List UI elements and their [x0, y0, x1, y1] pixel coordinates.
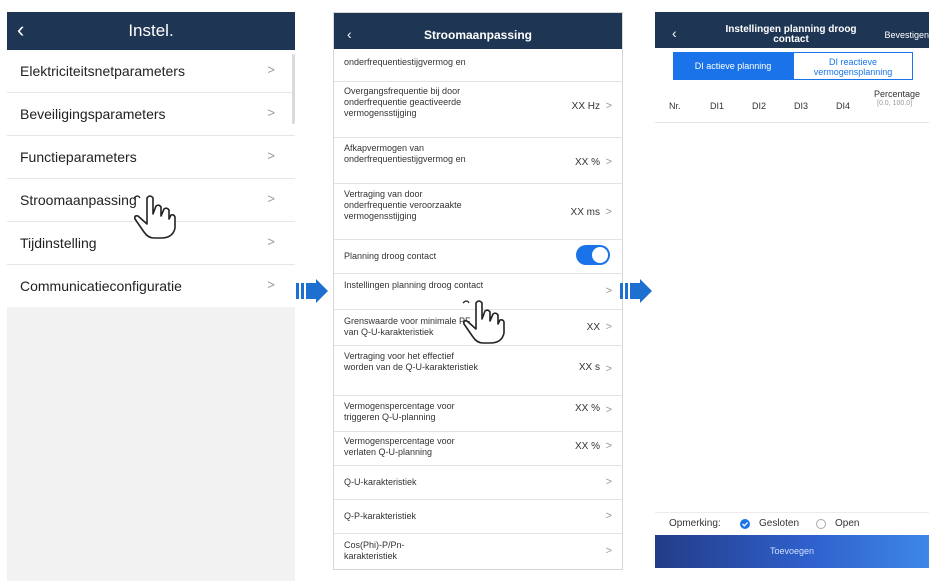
chevron-right-icon: >	[605, 156, 612, 168]
column-header: DI4	[836, 101, 851, 111]
chevron-right-icon: >	[605, 510, 612, 522]
item-label: Vermogenspercentage voor triggeren Q-U-p…	[344, 401, 455, 422]
list-item[interactable]: onderfrequentiestijgvermog en	[334, 49, 622, 82]
item-label: Instellingen planning droog contact	[344, 280, 484, 290]
settings-item-label: Functieparameters	[20, 149, 137, 165]
item-value: XX %	[574, 403, 600, 414]
item-label: Planning droog contact	[344, 251, 437, 261]
option-label: Gesloten	[759, 518, 800, 529]
settings-item-communication-config[interactable]: Communicatieconfiguratie >	[7, 265, 295, 307]
remark-label: Opmerking:	[669, 518, 721, 529]
chevron-right-icon: >	[605, 321, 612, 333]
radio-open[interactable]	[816, 519, 826, 529]
list-item[interactable]: Overgangsfrequentie bij door onderfreque…	[334, 81, 622, 138]
list-item[interactable]: Afkapvermogen van onderfrequentiestijgve…	[334, 137, 622, 184]
tab-label: DI actieve planning	[694, 61, 772, 71]
item-value: XX	[586, 322, 600, 333]
chevron-right-icon: >	[267, 191, 275, 206]
settings-item-label: Tijdinstelling	[20, 235, 97, 251]
chevron-right-icon: >	[267, 234, 275, 249]
item-label: Vertraging voor het effectief worden van…	[344, 351, 479, 372]
chevron-right-icon: >	[605, 404, 612, 416]
chevron-right-icon: >	[605, 206, 612, 218]
item-value: XX s	[578, 362, 600, 373]
list-item[interactable]: Vertraging voor het effectief worden van…	[334, 345, 622, 396]
dry-contact-planning-screen: ‹ Instellingen planning droog contact Be…	[655, 12, 929, 568]
power-adjustment-screen: ‹ Stroomaanpassing onderfrequentiestijgv…	[333, 12, 623, 570]
settings-screen: ‹ Instel. Elektriciteitsnetparameters > …	[7, 12, 295, 581]
chevron-right-icon: >	[605, 476, 612, 488]
settings-item-label: Stroomaanpassing	[20, 192, 137, 208]
item-label: Cos(Phi)-P/Pn-karakteristiek	[344, 540, 405, 561]
add-button-label: Toevoegen	[769, 546, 815, 556]
header-bar: ‹ Instellingen planning droog contact Be…	[655, 12, 929, 48]
chevron-right-icon: >	[605, 440, 612, 452]
chevron-right-icon: >	[267, 277, 275, 292]
settings-list: Elektriciteitsnetparameters > Beveiligin…	[7, 50, 295, 307]
add-button[interactable]: Toevoegen	[655, 535, 929, 568]
item-label: Q-U-karakteristiek	[344, 477, 417, 487]
toggle-knob	[592, 247, 608, 263]
item-value: XX ms	[570, 207, 600, 218]
settings-item-label: Communicatieconfiguratie	[20, 278, 182, 294]
header-bar: ‹ Stroomaanpassing	[334, 13, 622, 49]
column-header: Nr.	[669, 101, 681, 111]
settings-item-label: Elektriciteitsnetparameters	[20, 63, 185, 79]
confirm-button[interactable]: Bevestigen	[884, 30, 929, 40]
column-header: DI3	[794, 101, 809, 111]
hand-pointer-icon	[462, 300, 505, 344]
check-icon	[742, 521, 749, 527]
item-label: Q-P-karakteristiek	[344, 511, 417, 521]
item-label: Vertraging van door onderfrequentie vero…	[344, 189, 462, 221]
percentage-range: [0.0, 100.0]	[877, 100, 913, 107]
list-item: Planning droog contact	[334, 239, 622, 274]
chevron-right-icon: >	[605, 545, 612, 557]
remark-bar: Opmerking: Gesloten Open	[655, 512, 929, 535]
scrollbar[interactable]	[292, 54, 295, 124]
list-item[interactable]: Q-U-karakteristiek >	[334, 465, 622, 500]
list-item[interactable]: Cos(Phi)-P/Pn-karakteristiek >	[334, 533, 622, 569]
item-label: Overgangsfrequentie bij door onderfreque…	[344, 86, 462, 118]
chevron-right-icon: >	[605, 285, 612, 297]
item-value: XX %	[574, 441, 600, 452]
item-label: Afkapvermogen van onderfrequentiestijgve…	[344, 143, 466, 164]
tab-active-planning[interactable]: DI actieve planning	[673, 52, 793, 80]
chevron-right-icon: >	[605, 363, 612, 375]
item-label: Vermogenspercentage voor verlaten Q-U-pl…	[344, 436, 455, 457]
arrow-right-icon	[296, 279, 328, 303]
item-value: XX %	[574, 157, 600, 168]
back-icon[interactable]: ‹	[672, 25, 677, 41]
tab-label: vermogensplanning	[813, 67, 893, 77]
list-item[interactable]: Q-P-karakteristiek >	[334, 499, 622, 534]
item-value: XX Hz	[571, 101, 600, 112]
header-bar: ‹ Instel.	[7, 12, 295, 50]
tab-label: DI reactieve	[828, 57, 878, 67]
list-item[interactable]: Vermogenspercentage voor triggeren Q-U-p…	[334, 395, 622, 432]
dry-contact-toggle[interactable]	[576, 245, 610, 265]
settings-item-grid-parameters[interactable]: Elektriciteitsnetparameters >	[7, 50, 295, 93]
settings-item-label: Beveiligingsparameters	[20, 106, 166, 122]
chevron-right-icon: >	[267, 148, 275, 163]
page-title: Instel.	[128, 21, 174, 40]
radio-closed[interactable]	[740, 519, 750, 529]
chevron-right-icon: >	[267, 105, 275, 120]
hand-pointer-icon	[133, 195, 176, 239]
chevron-right-icon: >	[267, 62, 275, 77]
item-label: onderfrequentiestijgvermog en	[344, 57, 466, 67]
arrow-right-icon	[620, 279, 652, 303]
list-item[interactable]: Vertraging van door onderfrequentie vero…	[334, 183, 622, 240]
chevron-right-icon: >	[605, 100, 612, 112]
column-header: DI2	[752, 101, 767, 111]
settings-item-feature-parameters[interactable]: Functieparameters >	[7, 136, 295, 179]
list-item[interactable]: Vermogenspercentage voor verlaten Q-U-pl…	[334, 431, 622, 466]
planning-tabs: DI actieve planning DI reactieve vermoge…	[673, 52, 913, 80]
option-label: Open	[835, 518, 860, 529]
table-header: Nr. DI1 DI2 DI3 DI4 Percentage [0.0, 100…	[655, 89, 929, 123]
column-header-percentage: Percentage	[874, 89, 921, 99]
page-title: Instellingen planning droog contact	[725, 24, 857, 45]
column-header: DI1	[710, 101, 725, 111]
tab-reactive-planning[interactable]: DI reactieve vermogensplanning	[793, 52, 913, 80]
settings-item-protection-parameters[interactable]: Beveiligingsparameters >	[7, 93, 295, 136]
page-title: Stroomaanpassing	[423, 28, 533, 42]
